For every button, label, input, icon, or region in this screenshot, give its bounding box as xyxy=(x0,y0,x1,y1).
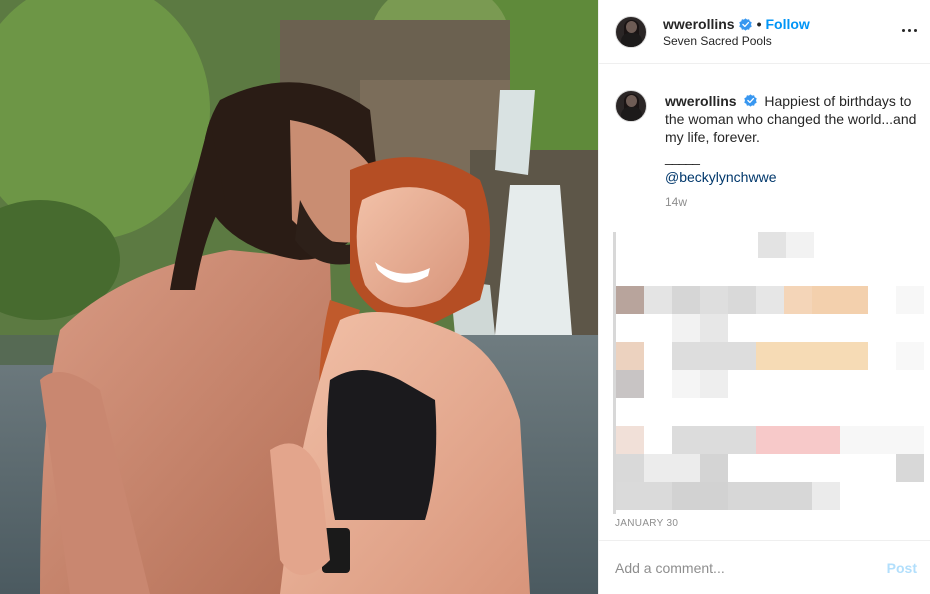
post-comment-button[interactable]: Post xyxy=(887,560,917,576)
author-line: wwerollins • Follow xyxy=(663,16,810,32)
post-photo-image xyxy=(0,0,598,594)
caption-avatar[interactable] xyxy=(615,90,647,122)
caption: wwerollins Happiest of birthdays to the … xyxy=(665,92,921,186)
caption-separator: _____ xyxy=(665,149,700,165)
post-photo[interactable] xyxy=(0,0,598,594)
caption-timestamp[interactable]: 14w xyxy=(665,195,687,209)
author-avatar[interactable] xyxy=(615,16,647,48)
verified-badge-icon xyxy=(738,17,752,31)
author-username[interactable]: wwerollins xyxy=(663,16,735,32)
comments-list-obscured xyxy=(613,232,930,514)
location-link[interactable]: Seven Sacred Pools xyxy=(663,34,772,48)
post-date[interactable]: JANUARY 30 xyxy=(615,518,678,529)
separator-dot: • xyxy=(756,16,762,32)
post-header: wwerollins • Follow Seven Sacred Pools xyxy=(599,0,930,64)
follow-button[interactable]: Follow xyxy=(765,16,809,32)
post-side-panel: wwerollins • Follow Seven Sacred Pools w… xyxy=(598,0,930,594)
verified-badge-icon xyxy=(744,94,758,107)
comment-bar: Post xyxy=(599,540,930,594)
more-options-icon[interactable] xyxy=(902,22,918,38)
caption-username[interactable]: wwerollins xyxy=(665,93,737,109)
comment-input[interactable] xyxy=(615,558,875,578)
caption-mention-link[interactable]: @beckylynchwwe xyxy=(665,168,921,186)
